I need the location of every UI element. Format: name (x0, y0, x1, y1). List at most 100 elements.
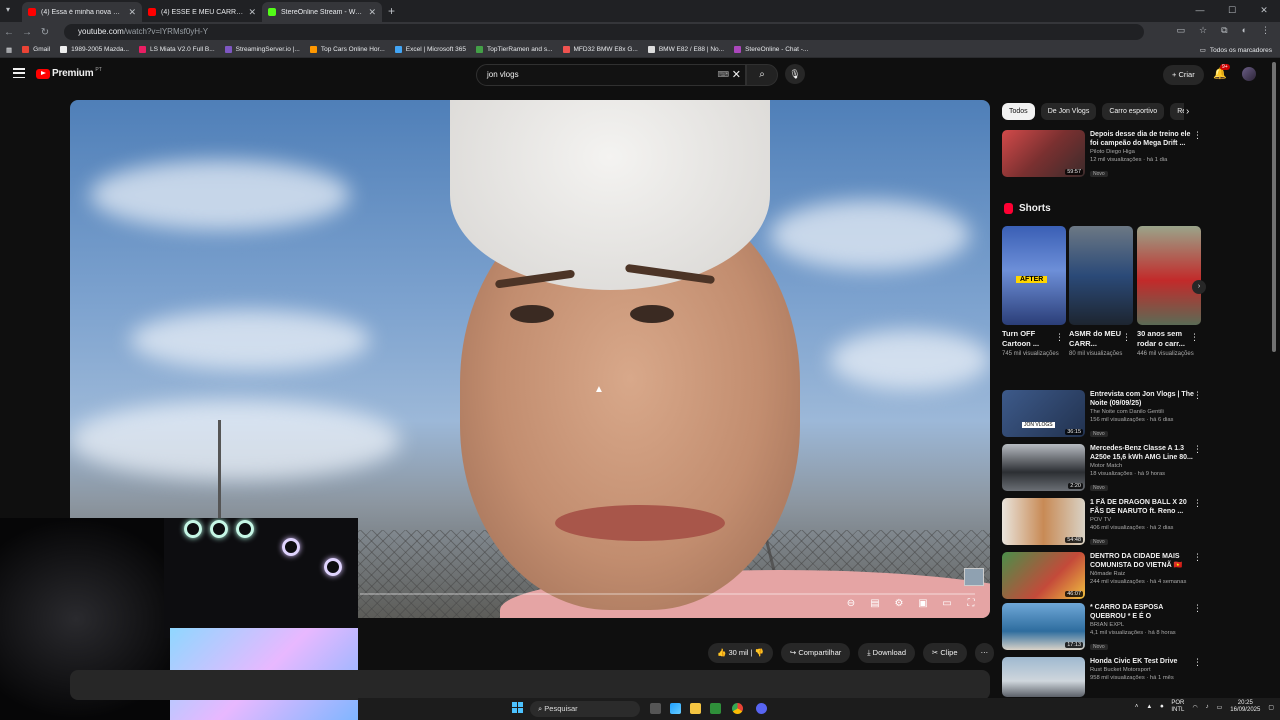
bookmark-item[interactable]: StereOnline - Chat -... (734, 46, 808, 53)
shorts-next-icon[interactable]: › (1192, 280, 1206, 294)
windows-start-icon[interactable] (512, 702, 524, 714)
more-options-icon[interactable]: ⋮ (1193, 390, 1202, 401)
forward-icon[interactable]: → (18, 27, 36, 38)
browser-tab-1[interactable]: (4) Essa é minha nova PORSCHE ✕ (22, 2, 142, 22)
related-video[interactable]: JON VLOGS 36:15 Entrevista com Jon Vlogs… (1002, 390, 1202, 442)
video-description-box[interactable] (70, 670, 990, 700)
video-thumbnail[interactable] (1002, 657, 1085, 697)
store-icon[interactable] (710, 703, 721, 714)
chip-more[interactable]: Re (1170, 103, 1184, 120)
bookmark-item[interactable]: MFD32 BMW E8x G... (562, 46, 638, 53)
fullscreen-icon[interactable]: ⛶ (964, 598, 978, 609)
more-options-icon[interactable]: ⋮ (1122, 332, 1131, 343)
download-button[interactable]: ⤓ Download (858, 643, 916, 663)
close-window-icon[interactable]: ✕ (1248, 0, 1280, 20)
bookmark-star-icon[interactable]: ☆ (1199, 25, 1207, 36)
related-video[interactable]: 46:07 DENTRO DA CIDADE MAIS COMUNISTA DO… (1002, 552, 1202, 604)
chrome-icon[interactable] (732, 703, 743, 714)
video-thumbnail[interactable]: 46:07 (1002, 552, 1085, 599)
browser-tab-3[interactable]: StereOnline Stream - Watch Live ✕ (262, 2, 382, 22)
mic-icon[interactable]: ⏺ (1160, 704, 1163, 711)
back-icon[interactable]: ← (0, 27, 18, 38)
youtube-logo[interactable]: Premium PT (36, 67, 102, 79)
video-progress-bar[interactable] (360, 593, 975, 595)
bookmark-item[interactable]: Gmail (22, 46, 50, 53)
more-options-icon[interactable]: ⋮ (1193, 444, 1202, 455)
minimize-icon[interactable]: — (1184, 0, 1216, 20)
voice-search-icon[interactable]: 🎙 (785, 64, 805, 84)
extensions-icon[interactable]: ⧉ (1221, 25, 1227, 36)
copilot-icon[interactable] (670, 703, 681, 714)
battery-icon[interactable]: ▭ (1217, 704, 1223, 711)
cast-icon[interactable]: ▭ (1177, 25, 1186, 36)
share-button[interactable]: ↪ Compartilhar (780, 643, 851, 663)
clock[interactable]: 20:25 16/09/2025 (1230, 700, 1260, 714)
search-button[interactable]: ⌕ (746, 64, 778, 86)
short-thumbnail[interactable]: AFTER (1002, 226, 1066, 325)
wifi-icon[interactable]: ◠ (1192, 704, 1197, 711)
apps-icon[interactable]: ▦ (6, 46, 12, 54)
more-options-icon[interactable]: ⋮ (1193, 130, 1202, 141)
related-video[interactable]: 54:48 1 FÃ DE DRAGON BALL X 20 FÃS DE NA… (1002, 498, 1202, 550)
page-scrollbar[interactable] (1272, 62, 1276, 352)
more-options-icon[interactable]: ⋮ (1055, 332, 1064, 343)
related-video[interactable]: 2:20 Mercedes-Benz Classe A 1.3 A250e 15… (1002, 444, 1202, 496)
chip-de-jon-vlogs[interactable]: De Jon Vlogs (1040, 103, 1097, 120)
short-item[interactable]: AFTER Turn OFF Cartoon ... 745 mil visua… (1002, 226, 1066, 359)
short-item[interactable]: 30 anos sem rodar o carr... 446 mil visu… (1137, 226, 1201, 359)
video-thumbnail[interactable]: JON VLOGS 36:15 (1002, 390, 1085, 437)
chip-todos[interactable]: Todos (1002, 103, 1035, 120)
tray-chevron-icon[interactable]: ˄ (1135, 704, 1139, 710)
video-thumbnail[interactable]: 59:57 (1002, 130, 1085, 177)
more-options-icon[interactable]: ⋮ (1190, 332, 1199, 343)
bookmark-item[interactable]: StreamingServer.io |... (224, 46, 300, 53)
more-actions-button[interactable]: ⋯ (974, 643, 995, 663)
close-tab-icon[interactable]: ✕ (368, 7, 376, 18)
tab-search-icon[interactable]: ▾ (6, 5, 16, 15)
theater-mode-icon[interactable]: ▭ (940, 598, 954, 609)
language-indicator[interactable]: POR INTL (1171, 700, 1184, 714)
profile-icon[interactable]: ◐ (1242, 25, 1247, 36)
bookmark-item[interactable]: Excel | Microsoft 365 (394, 46, 466, 53)
more-options-icon[interactable]: ⋮ (1193, 498, 1202, 509)
taskbar-search[interactable]: ⌕ Pesquisar (530, 701, 640, 717)
task-view-icon[interactable] (650, 703, 661, 714)
short-thumbnail[interactable] (1069, 226, 1133, 325)
clear-search-icon[interactable]: ✕ (732, 65, 741, 85)
chips-next-icon[interactable]: › (1186, 106, 1189, 117)
notifications-bell-icon[interactable]: 🔔 9+ (1213, 64, 1230, 80)
volume-icon[interactable]: ♪ (1206, 704, 1209, 710)
discord-icon[interactable] (756, 703, 767, 714)
autoplay-toggle-icon[interactable]: ⊖ (844, 598, 858, 609)
thumbs-down-icon[interactable]: 👎 (755, 648, 764, 657)
bookmark-item[interactable]: 1989-2005 Mazda... (60, 46, 129, 53)
create-button[interactable]: + Criar (1163, 65, 1204, 85)
more-options-icon[interactable]: ⋮ (1193, 657, 1202, 668)
maximize-icon[interactable]: ☐ (1216, 0, 1248, 20)
bookmark-item[interactable]: LS Miata V2.0 Full B... (138, 46, 215, 53)
network-icon[interactable]: ▲ (1146, 704, 1152, 710)
more-options-icon[interactable]: ⋮ (1193, 552, 1202, 563)
short-item[interactable]: ASMR do MEU CARR... 80 mil visualizações… (1069, 226, 1133, 359)
video-thumbnail[interactable]: 17:13 (1002, 603, 1085, 650)
keyboard-icon[interactable]: ⌨ (717, 65, 729, 85)
channel-watermark[interactable] (964, 568, 984, 586)
video-thumbnail[interactable]: 2:20 (1002, 444, 1085, 491)
settings-gear-icon[interactable]: ⚙ (892, 598, 906, 609)
bookmark-item[interactable]: BMW E82 / E88 | No... (647, 46, 724, 53)
file-explorer-icon[interactable] (690, 703, 701, 714)
like-button[interactable]: 👍 30 mil | 👎 (708, 643, 773, 663)
avatar[interactable] (1242, 67, 1256, 81)
video-thumbnail[interactable]: 54:48 (1002, 498, 1085, 545)
related-video[interactable]: Honda Civic EK Test Drive Rust Bucket Mo… (1002, 657, 1202, 697)
miniplayer-icon[interactable]: ▣ (916, 598, 930, 609)
short-thumbnail[interactable] (1137, 226, 1201, 325)
all-bookmarks-folder[interactable]: ▭ Todos os marcadores (1200, 46, 1272, 55)
hamburger-menu-icon[interactable] (13, 68, 25, 79)
address-bar[interactable]: youtube.com/watch?v=lYRMsf0yH-Y (64, 24, 1144, 40)
clip-button[interactable]: ✂ Clipe (923, 643, 967, 663)
search-input[interactable]: jon vlogs ⌨ ✕ (476, 64, 746, 86)
notifications-icon[interactable]: ▢ (1268, 704, 1274, 711)
chip-carro-esportivo[interactable]: Carro esportivo (1102, 103, 1165, 120)
new-tab-button[interactable]: + (388, 2, 395, 22)
